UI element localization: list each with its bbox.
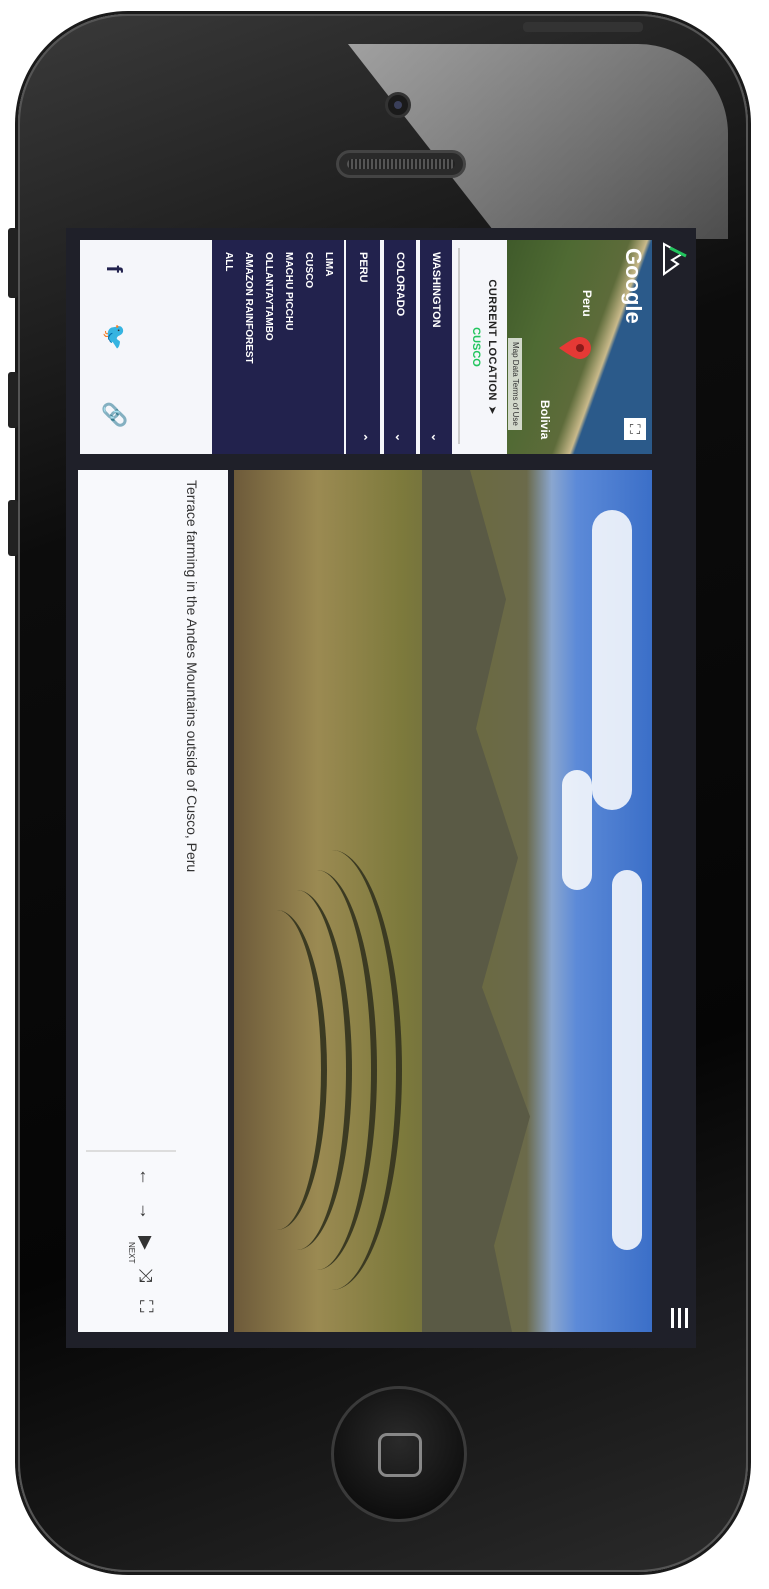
- location-photo: [234, 470, 652, 1332]
- current-location: CURRENT LOCATION ➤ CUSCO: [470, 240, 502, 454]
- panel-divider: [458, 248, 460, 444]
- map-brand: Google: [621, 248, 646, 324]
- location-item-label: COLORADO: [394, 252, 406, 317]
- location-item-label: WASHINGTON: [430, 252, 442, 328]
- earpiece-speaker: [336, 150, 466, 178]
- power-button: [523, 22, 643, 32]
- link-icon[interactable]: 🔗: [101, 401, 127, 428]
- current-location-value: CUSCO: [470, 327, 482, 367]
- photo-navigation: ← → NEXT ▶ ⤨ ⛶: [78, 1150, 228, 1330]
- twitter-icon[interactable]: 🐦: [101, 323, 127, 350]
- location-item-colorado[interactable]: COLORADO ⌄: [380, 240, 416, 454]
- mountain-logo-icon[interactable]: [662, 242, 690, 276]
- app-landscape: Google Peru Bolivia Map Data Terms of Us…: [66, 228, 696, 1348]
- sublist-item-machu-picchu[interactable]: MACHU PICCHU: [278, 252, 298, 442]
- mute-switch: [8, 228, 18, 298]
- location-item-washington[interactable]: WASHINGTON ⌄: [416, 240, 452, 454]
- location-map[interactable]: Google Peru Bolivia Map Data Terms of Us…: [507, 240, 652, 454]
- facebook-icon[interactable]: f: [101, 265, 127, 272]
- peru-sublist: LIMA CUSCO MACHU PICCHU OLLANTAYTAMBO AM…: [212, 240, 344, 454]
- photo-cloud: [612, 870, 642, 1250]
- chevron-down-icon: ⌄: [393, 432, 406, 442]
- fullscreen-icon[interactable]: ⛶: [135, 1300, 156, 1313]
- chevron-down-icon: ⌄: [429, 432, 442, 442]
- photo-cloud: [562, 770, 592, 890]
- location-item-peru[interactable]: PERU ⌃: [344, 240, 380, 454]
- photo-cloud: [592, 510, 632, 810]
- chevron-up-icon: ⌃: [356, 432, 369, 442]
- play-icon[interactable]: ▶: [135, 1236, 156, 1250]
- navigation-arrow-icon: ➤: [486, 405, 498, 415]
- sublist-item-lima[interactable]: LIMA: [318, 252, 338, 442]
- volume-down-button: [8, 500, 18, 556]
- map-label-bolivia: Bolivia: [538, 400, 552, 440]
- phone-screen: Google Peru Bolivia Map Data Terms of Us…: [66, 228, 696, 1348]
- home-square-icon: [378, 1433, 422, 1477]
- screen-glare: [348, 44, 728, 239]
- map-label-peru: Peru: [580, 290, 594, 317]
- next-arrow-icon[interactable]: →: [135, 1202, 156, 1220]
- sublist-item-amazon-rainforest[interactable]: AMAZON RAINFOREST: [238, 252, 258, 442]
- social-links: f 🐦 🔗: [86, 240, 142, 454]
- volume-up-button: [8, 372, 18, 428]
- photo-mountains: [422, 470, 542, 1332]
- map-pin-icon: [559, 337, 591, 359]
- caption-bar: Terrace farming in the Andes Mountains o…: [78, 470, 228, 1332]
- nav-divider: [86, 1150, 176, 1152]
- home-button[interactable]: [331, 1386, 467, 1522]
- sublist-item-ollantaytambo[interactable]: OLLANTAYTAMBO: [258, 252, 278, 442]
- menu-icon[interactable]: [670, 1308, 688, 1328]
- location-list: WASHINGTON ⌄ COLORADO ⌄ PERU ⌃ LIMA CUSC…: [152, 240, 452, 454]
- front-camera: [385, 92, 411, 118]
- shuffle-icon[interactable]: ⤨: [135, 1268, 156, 1282]
- sublist-item-cusco[interactable]: CUSCO: [298, 252, 318, 442]
- photo-caption: Terrace farming in the Andes Mountains o…: [184, 480, 200, 873]
- sublist-item-all[interactable]: ALL: [218, 252, 238, 442]
- expand-icon[interactable]: ⛶: [624, 418, 646, 440]
- current-location-label: CURRENT LOCATION: [486, 279, 498, 401]
- location-item-label: PERU: [357, 252, 369, 283]
- side-panel: Google Peru Bolivia Map Data Terms of Us…: [80, 240, 652, 454]
- map-terms[interactable]: Map Data Terms of Use: [508, 338, 522, 430]
- previous-arrow-icon[interactable]: ←: [135, 1168, 156, 1186]
